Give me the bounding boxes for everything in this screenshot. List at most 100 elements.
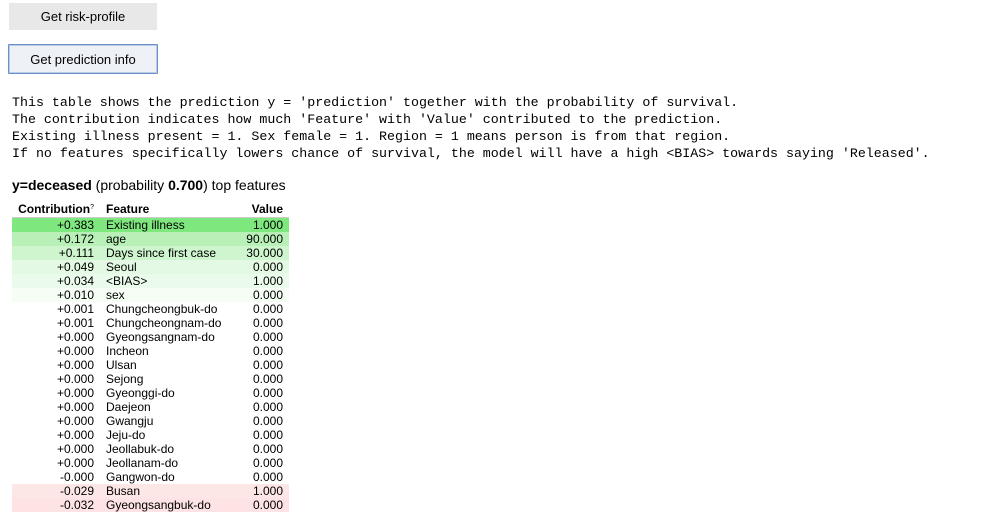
table-row: +0.000 Jeollanam-do 0.000 xyxy=(12,456,289,470)
table-row: +0.001 Chungcheongnam-do 0.000 xyxy=(12,316,289,330)
value-cell: 0.000 xyxy=(252,400,283,414)
feature-cell: Incheon xyxy=(106,344,149,358)
feature-cell: Chungcheongnam-do xyxy=(106,316,222,330)
feature-cell: age xyxy=(106,232,127,246)
contribution-cell: +0.001 xyxy=(56,302,94,316)
value-cell: 0.000 xyxy=(252,470,283,484)
feature-cell: Jeju-do xyxy=(106,428,146,442)
contribution-cell: +0.000 xyxy=(56,400,94,414)
value-cell: 0.000 xyxy=(252,260,283,274)
value-cell: 0.000 xyxy=(252,414,283,428)
contribution-cell: +0.172 xyxy=(56,232,94,246)
table-row: +0.000 Ulsan 0.000 xyxy=(12,358,289,372)
feature-cell: Sejong xyxy=(106,372,144,386)
feature-cell: Daejeon xyxy=(106,400,151,414)
table-row: +0.111 Days since first case 30.000 xyxy=(12,246,289,260)
table-row: +0.383 Existing illness 1.000 xyxy=(12,217,289,232)
explanation-text: This table shows the prediction y = 'pre… xyxy=(12,94,930,162)
feature-cell: sex xyxy=(106,288,125,302)
probability-prefix: (probability xyxy=(91,177,169,193)
contribution-cell: +0.000 xyxy=(56,428,94,442)
feature-cell: Jeollabuk-do xyxy=(106,442,175,456)
table-row: +0.000 Gyeonggi-do 0.000 xyxy=(12,386,289,400)
table-header-row: Contribution? Feature Value xyxy=(12,200,289,218)
value-cell: 0.000 xyxy=(252,358,283,372)
table-row: +0.000 Sejong 0.000 xyxy=(12,372,289,386)
get-risk-profile-button[interactable]: Get risk-profile xyxy=(9,3,157,30)
contribution-cell: +0.000 xyxy=(56,330,94,344)
feature-cell: Ulsan xyxy=(106,358,137,372)
feature-cell: Gangwon-do xyxy=(106,470,175,484)
value-cell: 0.000 xyxy=(252,316,283,330)
value-cell: 0.000 xyxy=(252,442,283,456)
feature-cell: Jeollanam-do xyxy=(106,456,179,470)
heading-suffix: ) top features xyxy=(203,177,286,193)
get-prediction-info-button[interactable]: Get prediction info xyxy=(8,44,158,74)
feature-cell: Chungcheongbuk-do xyxy=(106,302,218,316)
value-cell: 30.000 xyxy=(246,246,283,260)
target-label: y=deceased xyxy=(12,177,92,193)
value-cell: 0.000 xyxy=(252,428,283,442)
contribution-cell: +0.000 xyxy=(56,414,94,428)
table-row: -0.032 Gyeongsangbuk-do 0.000 xyxy=(12,498,289,512)
contribution-cell: +0.383 xyxy=(56,218,94,232)
probability-value: 0.700 xyxy=(168,177,204,193)
value-cell: 90.000 xyxy=(246,232,283,246)
feature-cell: Existing illness xyxy=(106,218,185,232)
contribution-cell: +0.000 xyxy=(56,372,94,386)
table-row: -0.029 Busan 1.000 xyxy=(12,484,289,498)
value-cell: 0.000 xyxy=(252,498,283,512)
value-cell: 0.000 xyxy=(252,330,283,344)
feature-cell: Busan xyxy=(106,484,141,498)
contribution-cell: +0.000 xyxy=(56,442,94,456)
feature-header: Feature xyxy=(100,200,235,218)
feature-cell: Seoul xyxy=(106,260,137,274)
table-row: +0.000 Daejeon 0.000 xyxy=(12,400,289,414)
value-cell: 0.000 xyxy=(252,344,283,358)
explanation-line: If no features specifically lowers chanc… xyxy=(12,146,930,161)
table-row: -0.000 Gangwon-do 0.000 xyxy=(12,470,289,484)
contribution-cell: +0.001 xyxy=(56,316,94,330)
contribution-header-label: Contribution xyxy=(18,202,91,216)
contribution-cell: +0.000 xyxy=(56,456,94,470)
table-row: +0.000 Jeju-do 0.000 xyxy=(12,428,289,442)
value-cell: 0.000 xyxy=(252,456,283,470)
table-row: +0.000 Incheon 0.000 xyxy=(12,344,289,358)
feature-cell: Days since first case xyxy=(106,246,217,260)
table-row: +0.000 Jeollabuk-do 0.000 xyxy=(12,442,289,456)
feature-contribution-table: Contribution? Feature Value +0.383 Existi… xyxy=(12,200,289,512)
table-row: +0.172 age 90.000 xyxy=(12,232,289,246)
value-cell: 1.000 xyxy=(252,484,283,498)
value-cell: 1.000 xyxy=(252,218,283,232)
table-row: +0.000 Gwangju 0.000 xyxy=(12,414,289,428)
contribution-cell: -0.029 xyxy=(59,484,94,498)
value-cell: 0.000 xyxy=(252,372,283,386)
contribution-header: Contribution? xyxy=(12,200,100,218)
table-row: +0.010 sex 0.000 xyxy=(12,288,289,302)
value-cell: 0.000 xyxy=(252,302,283,316)
contribution-cell: +0.000 xyxy=(56,386,94,400)
contribution-cell: +0.000 xyxy=(56,358,94,372)
contribution-cell: +0.049 xyxy=(56,260,94,274)
explanation-line: The contribution indicates how much 'Fea… xyxy=(12,112,723,127)
value-header: Value xyxy=(235,200,289,218)
contribution-help-icon[interactable]: ? xyxy=(90,204,94,211)
table-row: +0.049 Seoul 0.000 xyxy=(12,260,289,274)
table-row: +0.034 <BIAS> 1.000 xyxy=(12,274,289,288)
value-cell: 1.000 xyxy=(252,274,283,288)
prediction-heading: y=deceased (probability 0.700) top featu… xyxy=(12,177,286,193)
explanation-line: Existing illness present = 1. Sex female… xyxy=(12,129,731,144)
value-cell: 0.000 xyxy=(252,288,283,302)
contribution-cell: +0.111 xyxy=(58,246,94,260)
feature-cell: Gyeongsangnam-do xyxy=(106,330,215,344)
feature-cell: Gwangju xyxy=(106,414,154,428)
feature-cell: Gyeonggi-do xyxy=(106,386,175,400)
contribution-cell: -0.032 xyxy=(59,498,94,512)
contribution-cell: +0.010 xyxy=(56,288,94,302)
feature-cell: <BIAS> xyxy=(106,274,148,288)
explanation-line: This table shows the prediction y = 'pre… xyxy=(12,95,739,110)
table-row: +0.000 Gyeongsangnam-do 0.000 xyxy=(12,330,289,344)
table-row: +0.001 Chungcheongbuk-do 0.000 xyxy=(12,302,289,316)
contribution-cell: +0.034 xyxy=(56,274,94,288)
contribution-cell: -0.000 xyxy=(59,470,94,484)
